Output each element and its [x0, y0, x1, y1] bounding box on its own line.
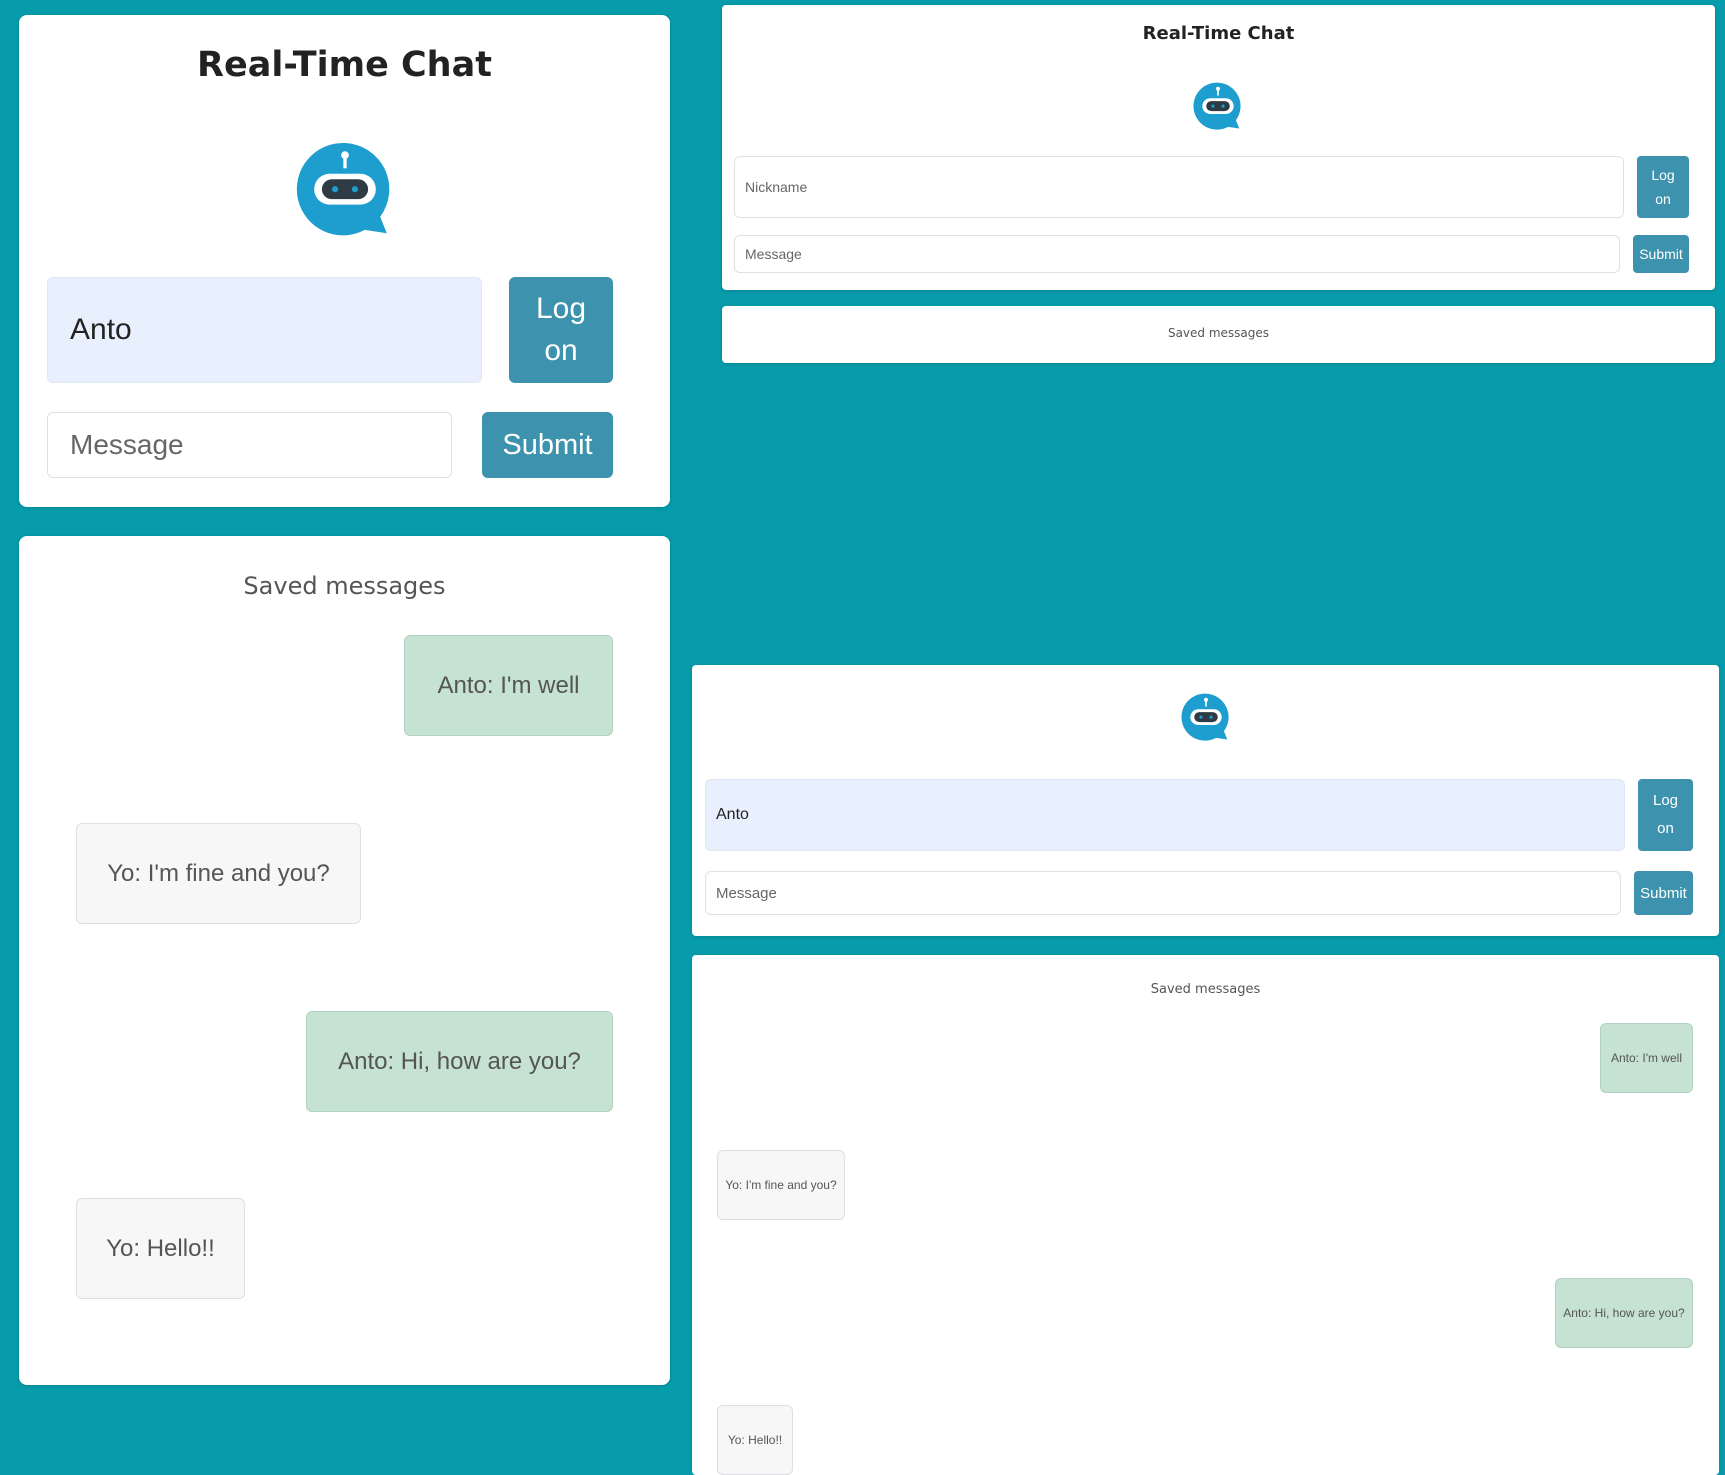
submit-button[interactable]: Submit — [1634, 871, 1693, 915]
message-bubble-mine: Anto: I'm well — [1600, 1023, 1693, 1093]
submit-label: Submit — [1640, 884, 1687, 902]
message-placeholder: Message — [745, 246, 802, 262]
page-title: Real-Time Chat — [1142, 23, 1295, 44]
message-bubble-mine: Anto: Hi, how are you? — [1555, 1278, 1693, 1348]
saved-messages-card-large: Saved messages Anto: I'm well Yo: I'm fi… — [19, 536, 670, 1385]
logon-button[interactable]: Log on — [1638, 779, 1693, 851]
message-placeholder: Message — [70, 429, 184, 460]
saved-messages-card-top-right: Saved messages — [722, 306, 1715, 363]
login-card-large: Real-Time Chat Anto Log on Message Submi… — [19, 15, 670, 507]
message-bubble-other: Yo: Hello!! — [76, 1198, 245, 1299]
nickname-input[interactable]: Anto — [705, 779, 1625, 851]
saved-messages-card-bottom-right: Saved messages Anto: I'm well Yo: I'm fi… — [692, 955, 1719, 1475]
page-title: Real-Time Chat — [197, 45, 492, 85]
logon-label-line1: Log — [1651, 167, 1675, 183]
saved-messages-title: Saved messages — [243, 572, 446, 600]
logon-button[interactable]: Log on — [509, 277, 613, 383]
message-bubble-mine: Anto: Hi, how are you? — [306, 1011, 613, 1112]
message-bubble-other: Yo: I'm fine and you? — [76, 823, 361, 924]
logon-label-line2: on — [1655, 191, 1671, 207]
nickname-value: Anto — [716, 806, 749, 823]
saved-messages-title: Saved messages — [1167, 326, 1270, 340]
chatbot-logo-icon — [1193, 82, 1241, 130]
login-card-top-right: Real-Time Chat Nickname Log on Message S… — [722, 5, 1715, 290]
submit-button[interactable]: Submit — [482, 412, 613, 478]
message-input[interactable]: Message — [705, 871, 1621, 915]
logon-label-line2: on — [544, 334, 578, 367]
nickname-input[interactable]: Nickname — [734, 156, 1624, 218]
submit-button[interactable]: Submit — [1633, 235, 1689, 273]
login-card-bottom-right: Anto Log on Message Submit — [692, 665, 1719, 936]
nickname-placeholder: Nickname — [745, 179, 808, 195]
logon-label-line1: Log — [1652, 792, 1679, 809]
message-placeholder: Message — [716, 884, 777, 902]
logon-label-line1: Log — [535, 292, 587, 325]
message-input[interactable]: Message — [734, 235, 1620, 273]
message-bubble-mine: Anto: I'm well — [404, 635, 613, 736]
message-input[interactable]: Message — [47, 412, 452, 478]
message-bubble-other: Yo: Hello!! — [717, 1405, 793, 1475]
submit-label: Submit — [502, 428, 593, 461]
submit-label: Submit — [1639, 246, 1683, 262]
chatbot-logo-icon — [1181, 693, 1229, 741]
message-bubble-other: Yo: I'm fine and you? — [717, 1150, 845, 1220]
logon-label-line2: on — [1657, 820, 1674, 837]
saved-messages-title: Saved messages — [1150, 982, 1261, 997]
nickname-input[interactable]: Anto — [47, 277, 482, 383]
chatbot-logo-icon — [296, 142, 390, 236]
nickname-value: Anto — [70, 313, 132, 346]
logon-button[interactable]: Log on — [1637, 156, 1689, 218]
